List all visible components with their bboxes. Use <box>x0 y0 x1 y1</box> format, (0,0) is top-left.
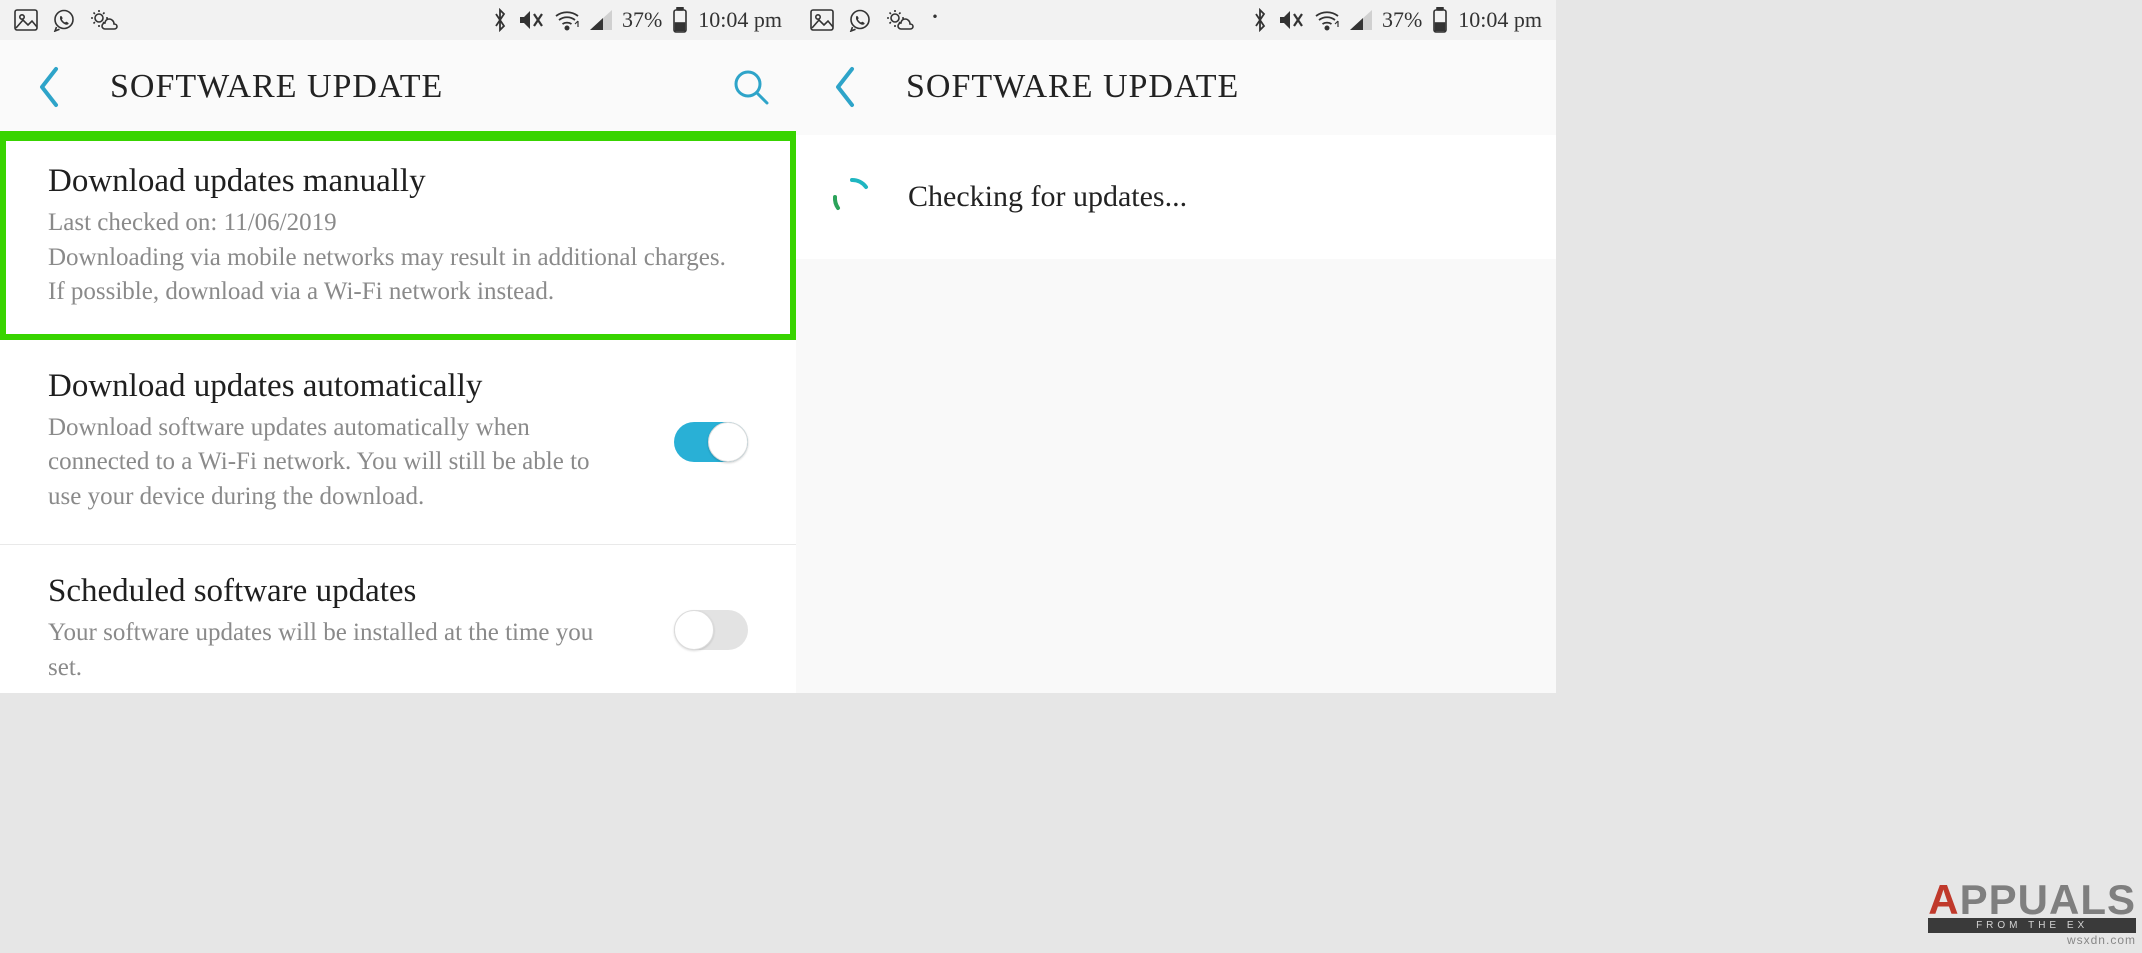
row-title: Scheduled software updates <box>48 573 748 610</box>
mute-vibrate-icon <box>518 8 544 32</box>
settings-list: Download updates manually Last checked o… <box>0 135 796 693</box>
spinner-icon <box>830 175 874 219</box>
clock-text: 10:04 pm <box>1458 7 1542 33</box>
battery-icon <box>672 7 688 33</box>
watermark: APPUALS FROM THE EX wsxdn.com <box>1928 876 2136 947</box>
back-button[interactable] <box>30 57 70 117</box>
mute-vibrate-icon <box>1278 8 1304 32</box>
battery-icon <box>1432 7 1448 33</box>
page-title: SOFTWARE UPDATE <box>110 68 443 106</box>
row-subtitle: Your software updates will be installed … <box>48 616 608 685</box>
signal-icon <box>590 10 612 30</box>
signal-icon <box>1350 10 1372 30</box>
app-header: SOFTWARE UPDATE <box>796 40 1556 135</box>
watermark-rest: PPUALS <box>1960 876 2136 923</box>
image-icon <box>14 9 38 31</box>
clock-text: 10:04 pm <box>698 7 782 33</box>
checking-text: Checking for updates... <box>908 180 1187 214</box>
phone-left: 37% 10:04 pm SOFTWARE UPDATE Download up… <box>0 0 796 693</box>
app-header: SOFTWARE UPDATE <box>0 40 796 135</box>
weather-icon <box>90 9 120 31</box>
search-button[interactable] <box>726 62 776 112</box>
whatsapp-icon <box>848 8 872 32</box>
row-title: Download updates automatically <box>48 368 748 405</box>
scheduled-update-toggle[interactable] <box>674 610 748 650</box>
checking-row: Checking for updates... <box>796 135 1556 259</box>
page-title: SOFTWARE UPDATE <box>906 68 1239 106</box>
back-button[interactable] <box>826 57 866 117</box>
row-subtitle: Download software updates automatically … <box>48 411 608 515</box>
bluetooth-icon <box>492 8 508 32</box>
wifi-icon <box>554 9 580 31</box>
watermark-a: A <box>1928 876 1959 923</box>
image-icon <box>810 9 834 31</box>
status-bar: 37% 10:04 pm <box>0 0 796 40</box>
wifi-icon <box>1314 9 1340 31</box>
row-scheduled-updates[interactable]: Scheduled software updates Your software… <box>0 545 796 693</box>
bluetooth-icon <box>1252 8 1268 32</box>
row-download-manually[interactable]: Download updates manually Last checked o… <box>0 135 796 340</box>
weather-icon <box>886 9 916 31</box>
watermark-site: wsxdn.com <box>1928 933 2136 947</box>
row-download-automatically[interactable]: Download updates automatically Download … <box>0 340 796 546</box>
notification-dot: · <box>930 17 940 23</box>
row-subtitle: Last checked on: 11/06/2019 Downloading … <box>48 206 748 310</box>
whatsapp-icon <box>52 8 76 32</box>
status-bar: · 37% 10:04 pm <box>796 0 1556 40</box>
battery-pct: 37% <box>622 7 662 33</box>
row-title: Download updates manually <box>48 163 748 200</box>
battery-pct: 37% <box>1382 7 1422 33</box>
auto-update-toggle[interactable] <box>674 422 748 462</box>
phone-right: · 37% 10:04 pm SOFTWARE UPDATE Checkin <box>796 0 1556 693</box>
